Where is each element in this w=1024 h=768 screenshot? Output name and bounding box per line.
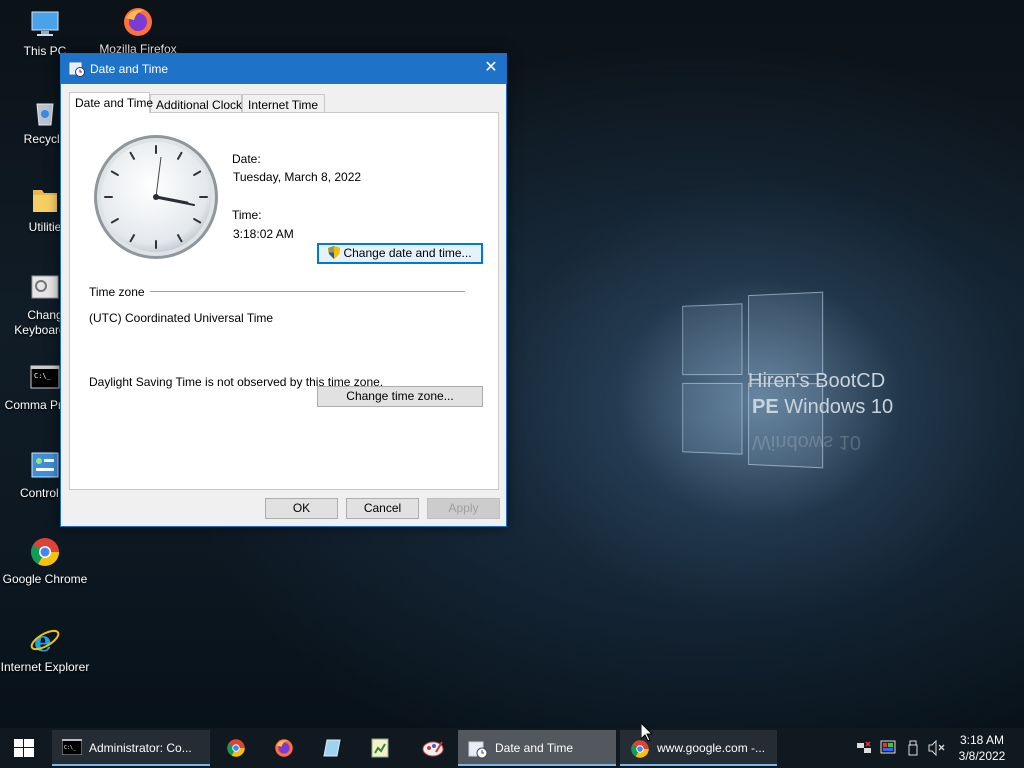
running-indicator <box>458 764 616 766</box>
folder-icon <box>29 184 61 216</box>
svg-text:C:\_: C:\_ <box>34 372 52 380</box>
dst-note: Daylight Saving Time is not observed by … <box>89 375 384 389</box>
svg-text:C:\_: C:\_ <box>64 745 77 751</box>
date-label: Date: <box>232 152 261 166</box>
clock-date: 3/8/2022 <box>958 749 1006 763</box>
pinned-spreadsheet[interactable] <box>358 730 402 766</box>
change-date-time-button[interactable]: Change date and time... <box>317 243 483 264</box>
date-time-icon <box>468 739 488 759</box>
windows-start-icon <box>14 739 34 760</box>
time-zone-separator <box>150 291 465 292</box>
volume-muted-icon[interactable] <box>928 739 946 768</box>
taskbar-item-command-prompt[interactable]: C:\_ Administrator: Co... <box>52 730 210 766</box>
keyboard-settings-icon <box>29 272 61 304</box>
start-button[interactable] <box>0 728 48 768</box>
desktop-icon-internet-explorer[interactable]: e Internet Explorer <box>0 624 90 675</box>
desktop-icon-firefox[interactable]: Mozilla Firefox <box>93 6 183 57</box>
time-value: 3:18:02 AM <box>233 227 294 241</box>
cmd-icon: C:\_ <box>61 738 83 757</box>
date-time-icon <box>69 61 85 77</box>
change-time-zone-button[interactable]: Change time zone... <box>317 386 483 407</box>
dialog-title: Date and Time <box>90 62 169 76</box>
tab-additional-clocks[interactable]: Additional Clocks <box>150 94 248 113</box>
control-panel-icon <box>29 450 61 482</box>
recycle-bin-icon <box>29 96 61 128</box>
uac-shield-icon <box>328 246 341 264</box>
clock-time: 3:18 AM <box>959 733 1005 747</box>
cmd-icon: C:\_ <box>29 362 61 394</box>
time-zone-heading: Time zone <box>89 285 145 299</box>
apply-button[interactable]: Apply <box>427 498 500 519</box>
svg-text:e: e <box>34 625 52 656</box>
pinned-chrome[interactable] <box>214 730 258 766</box>
network-icon[interactable] <box>856 740 872 768</box>
notepad-icon <box>322 738 342 758</box>
chrome-icon <box>29 536 61 568</box>
pinned-firefox[interactable] <box>262 730 306 766</box>
paint-icon <box>422 738 444 758</box>
taskbar-item-date-and-time[interactable]: Date and Time <box>458 730 616 766</box>
close-icon[interactable]: ✕ <box>476 54 506 84</box>
running-indicator <box>52 764 210 766</box>
ok-button[interactable]: OK <box>265 498 338 519</box>
time-label: Time: <box>232 208 262 222</box>
firefox-icon <box>122 6 154 38</box>
pinned-notepad[interactable] <box>310 730 354 766</box>
tab-date-and-time[interactable]: Date and Time <box>69 92 153 113</box>
analog-clock <box>92 133 220 261</box>
mouse-cursor-icon <box>640 721 654 745</box>
date-value: Tuesday, March 8, 2022 <box>233 170 362 184</box>
chrome-icon <box>226 738 246 758</box>
dialog-titlebar[interactable]: Date and Time ✕ <box>61 54 506 84</box>
desktop-icon-this-pc[interactable]: This PC <box>0 8 90 59</box>
spreadsheet-icon <box>370 738 390 758</box>
wallpaper-reflection: Windows 10 <box>752 431 861 453</box>
running-indicator <box>620 764 777 766</box>
computer-icon <box>29 8 61 40</box>
date-time-panel: Date: Tuesday, March 8, 2022 Time: 3:18:… <box>69 112 499 490</box>
usb-drive-icon[interactable] <box>906 740 920 768</box>
wallpaper-subtitle: PE Windows 10 <box>752 396 894 418</box>
date-time-dialog: Date and Time ✕ Date and Time Additional… <box>60 53 507 527</box>
firefox-icon <box>274 738 294 758</box>
wallpaper-title: Hiren's BootCD <box>748 370 886 392</box>
pinned-paint[interactable] <box>410 730 454 766</box>
taskbar: C:\_ Administrator: Co... Date and Time <box>0 728 1024 768</box>
cancel-button[interactable]: Cancel <box>346 498 419 519</box>
internet-explorer-icon: e <box>29 624 61 658</box>
taskbar-clock[interactable]: 3:18 AM 3/8/2022 <box>950 732 1014 764</box>
desktop-icon-google-chrome[interactable]: Google Chrome <box>0 536 90 587</box>
time-zone-value: (UTC) Coordinated Universal Time <box>89 311 274 325</box>
display-icon[interactable] <box>880 740 896 768</box>
tab-internet-time[interactable]: Internet Time <box>242 94 325 113</box>
